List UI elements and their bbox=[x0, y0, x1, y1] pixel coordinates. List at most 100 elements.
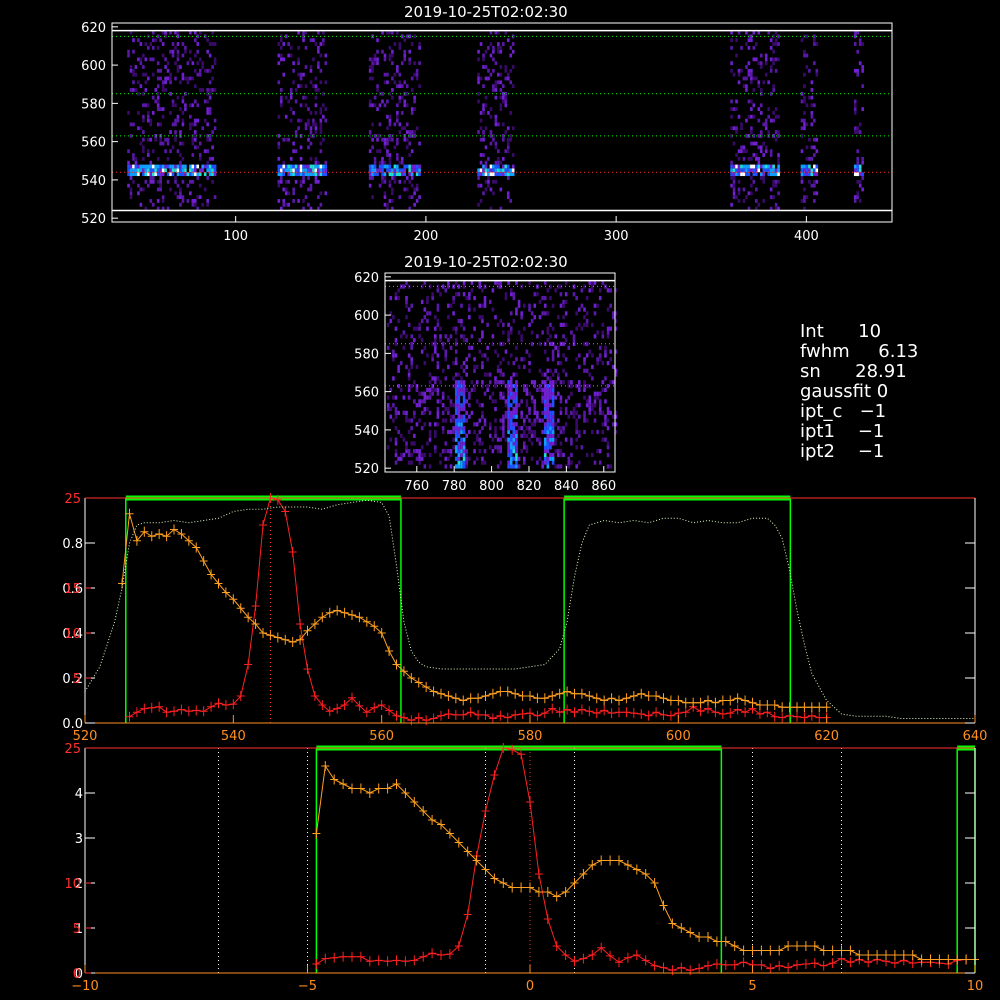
velocity-panel-series-red-point bbox=[659, 962, 668, 973]
velocity-panel-series-orange-point bbox=[356, 783, 365, 794]
info-row-fwhm: fwhm 6.13 bbox=[800, 341, 919, 362]
spectrum-panel-series-orange-point bbox=[622, 693, 631, 704]
velocity-panel-series-orange-point bbox=[775, 945, 784, 956]
velocity-panel-series-orange-point bbox=[739, 945, 748, 956]
spectrum-panel-ytick-red-label: 25 bbox=[64, 492, 81, 507]
spectrum-panel-ytick-red-label: 15 bbox=[64, 582, 81, 597]
velocity-panel-series-red-point bbox=[677, 962, 686, 973]
spectrum-panel-series-orange-point bbox=[659, 693, 668, 704]
velocity-panel-series-red-point bbox=[828, 958, 837, 969]
spectrum-panel-series-red-point bbox=[607, 708, 616, 719]
spectrum-panel-series-red-point bbox=[585, 706, 594, 717]
velocity-panel-series-orange-point bbox=[668, 918, 677, 929]
velocity-panel-series-red-point bbox=[712, 959, 721, 969]
spectrum-panel-series-pale-green-line bbox=[84, 499, 975, 719]
spectrum-panel-series-orange-point bbox=[392, 659, 401, 670]
spectrum-panel-series-orange-point bbox=[822, 702, 831, 713]
info-row-sn: sn 28.91 bbox=[800, 361, 907, 382]
spectrum-panel-series-red-point bbox=[259, 520, 267, 530]
velocity-panel-series-orange-point bbox=[526, 882, 534, 893]
velocity-panel-series-red-point bbox=[615, 957, 623, 968]
velocity-panel-series-red-point bbox=[437, 950, 445, 960]
spectrum-panel-series-red-point bbox=[733, 704, 742, 715]
velocity-panel-series-orange-point bbox=[864, 950, 873, 960]
spectrum-panel-series-orange-point bbox=[162, 531, 171, 542]
velocity-panel-series-red-line bbox=[316, 747, 975, 971]
velocity-panel-series-orange-point bbox=[784, 941, 793, 951]
spectrum-panel-series-orange-point bbox=[370, 621, 379, 632]
velocity-panel-series-orange-line bbox=[315, 764, 975, 960]
spectrum-panel-series-orange-point bbox=[815, 702, 824, 713]
info-row-ipt2: ipt2 −1 bbox=[800, 441, 885, 462]
spectrum-panel-series-red-point bbox=[177, 704, 186, 715]
middle-ytick-label: 600 bbox=[354, 309, 379, 324]
middle-heatmap-pixels bbox=[386, 280, 618, 469]
spectrum-panel-series-orange-point bbox=[711, 697, 720, 708]
spectrum-panel-series-orange-point bbox=[496, 686, 505, 697]
spectrum-panel-series-red-point bbox=[718, 709, 727, 719]
velocity-panel-series-red-point bbox=[597, 942, 606, 953]
top-xtick-label: 200 bbox=[413, 229, 438, 244]
spectrum-panel-series-orange-point bbox=[474, 693, 483, 704]
velocity-panel-series-red-point bbox=[312, 959, 321, 969]
spectrum-panel-series-red-point bbox=[377, 700, 386, 710]
velocity-panel-xtick-label: 0 bbox=[526, 979, 534, 994]
spectrum-panel-series-orange-point bbox=[770, 700, 779, 710]
spectrum-panel-series-orange-point bbox=[555, 688, 564, 699]
spectrum-panel-series-red-point bbox=[741, 707, 750, 718]
spectrum-panel-series-orange-line bbox=[121, 513, 827, 708]
velocity-panel-ytick-white-label: 3 bbox=[75, 832, 83, 847]
spectrum-panel-series-red-point bbox=[221, 700, 230, 710]
velocity-panel-series-red-point bbox=[534, 869, 543, 879]
spectrum-panel-series-orange-point bbox=[273, 632, 282, 643]
spectrum-panel-series-red-point bbox=[488, 713, 497, 724]
spectrum-panel-xtick-label: 560 bbox=[369, 729, 394, 744]
spectrum-panel-series-orange-point bbox=[511, 688, 520, 699]
info-row-ipt1: ipt1 −1 bbox=[800, 421, 885, 442]
spectrum-panel-ytick-red-label: 5 bbox=[73, 672, 81, 687]
velocity-panel-series-red-point bbox=[348, 951, 356, 962]
spectrum-panel-series-red-point bbox=[155, 701, 164, 712]
velocity-panel-series-orange-point bbox=[882, 950, 890, 960]
middle-panel-title: 2019-10-25T02:02:30 bbox=[404, 253, 568, 271]
spectrum-panel-series-orange-point bbox=[437, 688, 445, 699]
velocity-panel-series-orange-point bbox=[757, 945, 766, 956]
velocity-panel-ytick-red-label: 5 bbox=[73, 922, 81, 937]
velocity-panel-series-red-point bbox=[686, 965, 695, 976]
velocity-panel-series-orange-point bbox=[810, 941, 819, 951]
velocity-panel-series-orange-point bbox=[721, 936, 730, 947]
velocity-panel-series-red-point bbox=[641, 955, 650, 966]
spectrum-panel-series-red-point bbox=[296, 619, 305, 629]
spectrum-panel-series-orange-point bbox=[755, 700, 764, 710]
spectrum-panel-series-red-point bbox=[385, 705, 394, 716]
spectrum-panel-series-orange-point bbox=[585, 691, 594, 701]
info-row-gaussfit: gaussfit 0 bbox=[800, 381, 889, 402]
spectrum-panel-series-orange-point bbox=[466, 693, 475, 704]
velocity-panel-ytick-red-label: 0 bbox=[73, 967, 81, 982]
velocity-panel-series-red-point bbox=[766, 963, 775, 974]
spectrum-panel-series-orange-point bbox=[748, 697, 757, 708]
spectrum-panel-series-orange-point bbox=[526, 691, 534, 701]
spectrum-panel-series-orange-point bbox=[125, 508, 134, 519]
velocity-panel-series-orange-point bbox=[704, 932, 712, 942]
spectrum-panel-series-orange-point bbox=[281, 634, 290, 645]
velocity-panel-series-red-point bbox=[757, 959, 766, 970]
velocity-panel-series-orange-point bbox=[383, 783, 392, 794]
spectrum-panel-series-red-point bbox=[637, 709, 646, 719]
velocity-panel-series-orange-point bbox=[748, 945, 757, 956]
velocity-panel-series-red-point bbox=[588, 950, 597, 960]
middle-xtick-label: 760 bbox=[404, 479, 429, 494]
spectrum-panel-series-orange-point bbox=[800, 702, 809, 713]
velocity-panel-series-red-point bbox=[374, 955, 383, 966]
spectrum-panel-series-orange-point bbox=[451, 693, 460, 704]
spectrum-panel-series-red-point bbox=[170, 706, 178, 717]
velocity-panel-series-red-point bbox=[695, 963, 704, 974]
spectrum-panel-series-red-point bbox=[577, 704, 586, 715]
spectrum-panel-series-orange-point bbox=[615, 695, 623, 706]
velocity-panel-series-red-point bbox=[632, 950, 641, 960]
spectrum-panel-series-orange-point bbox=[696, 697, 705, 708]
spectrum-panel-series-orange-point bbox=[199, 556, 208, 566]
spectrum-panel-series-red-point bbox=[437, 710, 445, 721]
spectrum-panel-series-orange-point bbox=[147, 531, 156, 542]
spectrum-panel-xtick-label: 620 bbox=[814, 729, 839, 744]
